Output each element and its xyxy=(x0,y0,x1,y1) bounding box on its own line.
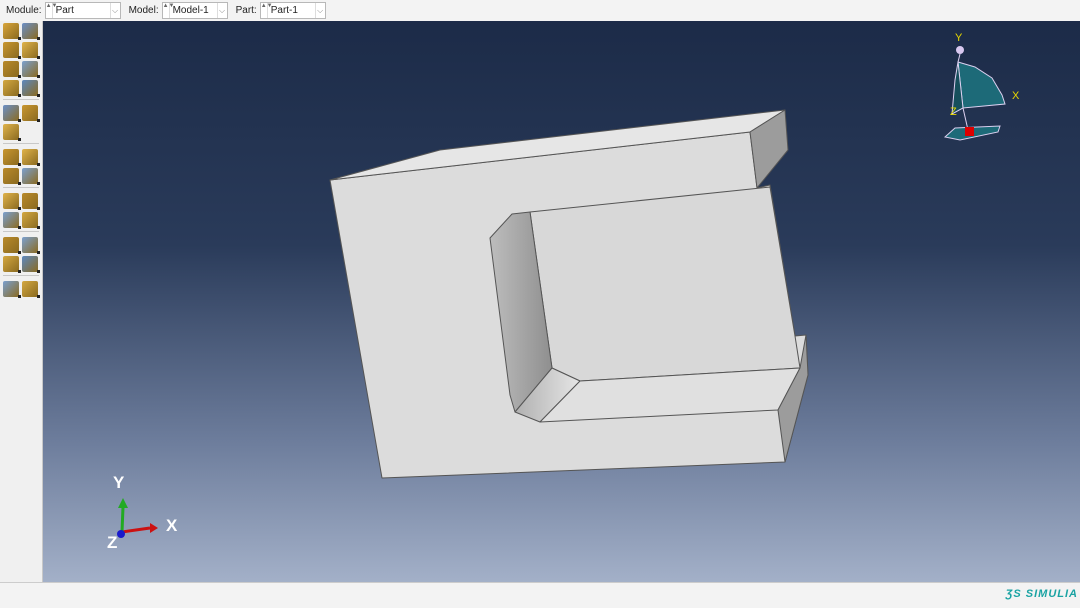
part-model[interactable] xyxy=(329,109,809,479)
view-cube-y-label: Y xyxy=(955,32,963,44)
status-bar xyxy=(0,582,1080,608)
slot-back-face xyxy=(529,186,801,382)
viewport-graphics: Y X Z X Y Z xyxy=(107,32,1020,552)
simulia-logo: ƷS SIMULIA xyxy=(1006,588,1078,600)
ds-logo-icon: ƷS xyxy=(1005,588,1026,600)
view-cube[interactable]: Y X Z xyxy=(943,32,1020,141)
y-arrowhead-icon xyxy=(118,498,128,508)
view-cube-x-label: X xyxy=(1012,90,1020,102)
triad-y-label: Y xyxy=(113,473,125,492)
z-axis-dot xyxy=(117,530,125,538)
view-cube-z-label: Z xyxy=(950,106,957,118)
triad-z-label: Z xyxy=(107,533,117,552)
view-cube-xy-face xyxy=(957,61,1006,109)
view-cube-origin[interactable] xyxy=(965,127,974,136)
x-axis-arrow xyxy=(121,526,151,534)
axis-triad: X Y Z xyxy=(107,473,178,552)
brand-text: SIMULIA xyxy=(1025,588,1078,600)
triad-x-label: X xyxy=(166,516,178,535)
y-axis-arrow xyxy=(120,506,125,533)
x-arrowhead-icon xyxy=(150,523,158,533)
view-cube-axis xyxy=(957,53,961,63)
view-cube-axis xyxy=(962,107,969,131)
view-cube-y-handle[interactable] xyxy=(956,46,964,54)
